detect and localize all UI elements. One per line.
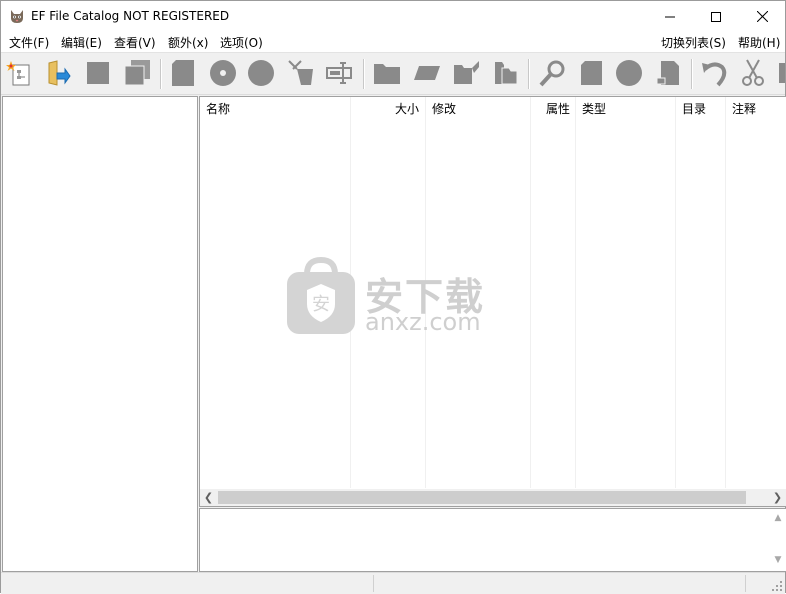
- menu-help[interactable]: 帮助(H): [738, 34, 780, 51]
- column-header-size[interactable]: 大小: [351, 97, 425, 121]
- column-header-attributes[interactable]: 属性: [531, 97, 576, 121]
- status-panel-left: [1, 575, 374, 592]
- circle-button[interactable]: [245, 57, 277, 89]
- undo-button[interactable]: [698, 57, 730, 89]
- window-title: EF File Catalog NOT REGISTERED: [31, 9, 230, 23]
- watermark: 安 安下载 anxz.com: [285, 254, 525, 338]
- watermark-bag-icon: 安: [287, 256, 355, 334]
- app-cat-icon: [11, 10, 23, 23]
- next-button[interactable]: [773, 57, 785, 89]
- column-header-directory[interactable]: 目录: [676, 97, 712, 121]
- circle-icon: [248, 60, 274, 86]
- undo-icon: [702, 62, 727, 87]
- square-button[interactable]: [82, 57, 114, 89]
- scroll-right-arrow-icon[interactable]: ❯: [769, 489, 786, 506]
- menu-view[interactable]: 查看(V): [114, 34, 156, 51]
- scan-fork-button[interactable]: [285, 57, 317, 89]
- status-panel-middle: [374, 575, 746, 592]
- document-icon: [581, 61, 602, 85]
- toolbar-separator: [691, 59, 693, 89]
- column-header-type[interactable]: 类型: [576, 97, 612, 121]
- copy-pages-icon: [124, 60, 150, 86]
- watermark-subtitle: anxz.com: [365, 308, 481, 336]
- column-divider: [675, 97, 676, 488]
- catalog-tree-pane[interactable]: [2, 96, 198, 572]
- scroll-left-arrow-icon[interactable]: ❮: [200, 489, 217, 506]
- toolbar-separator: [528, 59, 530, 89]
- column-divider: [575, 97, 576, 488]
- document-button[interactable]: [575, 57, 607, 89]
- column-header-comment[interactable]: 注释: [726, 97, 762, 121]
- column-divider: [725, 97, 726, 488]
- column-header-name[interactable]: 名称: [200, 97, 236, 121]
- search-icon: [539, 60, 565, 87]
- column-header-modified[interactable]: 修改: [426, 97, 462, 121]
- export-icon: [656, 61, 679, 85]
- horizontal-scrollbar[interactable]: ❮ ❯: [200, 489, 786, 506]
- menu-bar: 文件(F) 编辑(E) 查看(V) 额外(x) 选项(O) 切换列表(S) 帮助…: [1, 32, 785, 53]
- folder-stack-icon: [495, 62, 518, 85]
- title-bar: EF File Catalog NOT REGISTERED: [1, 1, 785, 32]
- minimize-icon: [665, 16, 675, 17]
- square-icon: [87, 62, 109, 84]
- globe-icon: [616, 60, 642, 86]
- disk-button[interactable]: [167, 57, 199, 89]
- menu-file[interactable]: 文件(F): [9, 34, 49, 51]
- minimize-button[interactable]: [647, 1, 693, 32]
- rename-icon: [326, 62, 352, 84]
- close-button[interactable]: [739, 1, 785, 32]
- app-window: EF File Catalog NOT REGISTERED 文件(F) 编辑(…: [0, 0, 786, 594]
- cd-icon: [210, 60, 236, 86]
- tape-icon: [414, 66, 440, 80]
- folder-edit-button[interactable]: [450, 57, 482, 89]
- status-bar: [1, 572, 785, 594]
- open-folder-icon: [48, 60, 71, 86]
- folder-gray-icon: [374, 64, 400, 84]
- export-button[interactable]: [652, 57, 684, 89]
- maximize-icon: [711, 11, 721, 22]
- copy-pages-button[interactable]: [121, 57, 153, 89]
- search-button[interactable]: [536, 57, 568, 89]
- toolbar: [1, 53, 785, 95]
- close-icon: [756, 11, 768, 22]
- disk-icon: [172, 60, 194, 86]
- next-icon: [779, 63, 785, 83]
- new-catalog-icon: [6, 61, 30, 86]
- detail-pane[interactable]: ▲ ▼: [199, 508, 786, 572]
- rename-button[interactable]: [323, 57, 355, 89]
- menu-edit[interactable]: 编辑(E): [61, 34, 102, 51]
- scroll-up-arrow-icon[interactable]: ▲: [772, 513, 784, 525]
- toolbar-separator: [363, 59, 365, 89]
- folder-edit-icon: [454, 61, 479, 84]
- menu-options[interactable]: 选项(O): [220, 34, 263, 51]
- menu-switch-list[interactable]: 切换列表(S): [661, 34, 726, 51]
- maximize-button[interactable]: [693, 1, 739, 32]
- svg-text:安: 安: [312, 294, 330, 315]
- new-catalog-button[interactable]: [3, 57, 35, 89]
- cut-button[interactable]: [737, 57, 769, 89]
- scroll-down-arrow-icon[interactable]: ▼: [772, 555, 784, 567]
- scrollbar-thumb[interactable]: [218, 491, 746, 504]
- globe-button[interactable]: [613, 57, 645, 89]
- resize-grip-icon[interactable]: [771, 580, 783, 592]
- tape-button[interactable]: [411, 57, 443, 89]
- toolbar-separator: [160, 59, 162, 89]
- cd-button[interactable]: [207, 57, 239, 89]
- cut-icon: [742, 59, 764, 86]
- folder-stack-button[interactable]: [489, 57, 521, 89]
- column-divider: [530, 97, 531, 488]
- open-folder-button[interactable]: [41, 57, 73, 89]
- scan-fork-icon: [288, 60, 313, 85]
- menu-extra[interactable]: 额外(x): [168, 34, 208, 51]
- folder-gray-button[interactable]: [371, 57, 403, 89]
